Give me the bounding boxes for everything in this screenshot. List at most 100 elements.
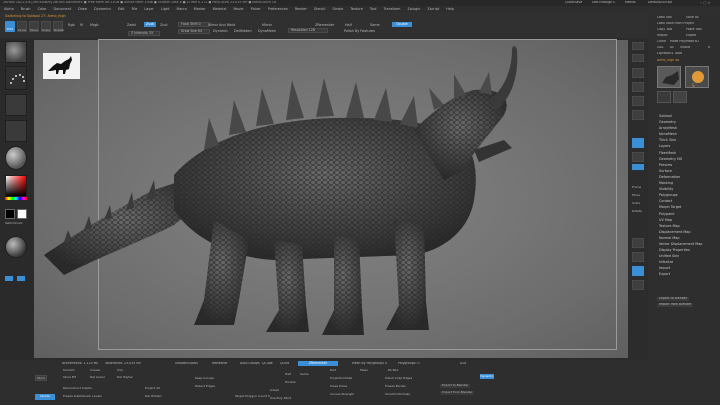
stroke-dots-tile[interactable] xyxy=(5,66,27,90)
primary-color-swatch[interactable] xyxy=(5,209,15,219)
keep-groups-button[interactable]: Keep Groups xyxy=(195,377,214,381)
actual-button[interactable] xyxy=(632,96,644,106)
import-blender-bottom[interactable]: Import from Blender xyxy=(440,391,475,395)
edit-button[interactable]: Edit xyxy=(5,21,15,32)
scroll-button[interactable] xyxy=(632,68,644,78)
export-blender-bottom[interactable]: Export to Blender xyxy=(440,384,471,388)
export-to-blender-link[interactable]: Export to Blender xyxy=(657,297,690,301)
goz-button[interactable]: GoZ xyxy=(657,46,664,50)
project-all-button[interactable]: Project All xyxy=(145,387,160,391)
use-polypaint-button[interactable]: Use Poly Paint xyxy=(270,397,291,401)
rgb-toggle[interactable]: Rgb xyxy=(68,23,75,27)
secondary-color-swatch[interactable] xyxy=(17,209,27,219)
draw-size-slider[interactable]: Draw Size 64 xyxy=(178,29,210,34)
lightbox-tools-button[interactable]: Lightbox ▸ Tools xyxy=(657,52,682,56)
qgrid-button[interactable]: QGrid xyxy=(280,362,289,366)
smooth-button[interactable]: Smooth xyxy=(63,369,75,373)
store-button[interactable]: Store xyxy=(35,375,47,381)
copy-tool-button[interactable]: Copy Tool xyxy=(657,28,672,32)
tool-thumb-armo[interactable] xyxy=(657,66,681,88)
xpose-button[interactable] xyxy=(632,280,644,290)
load-tool-button[interactable]: Load Tool xyxy=(657,16,672,20)
double-bottom-button[interactable]: Double xyxy=(285,381,296,385)
dynamic-toggle[interactable]: Dynamic xyxy=(213,29,228,33)
import-tool-button[interactable]: Import xyxy=(657,34,668,38)
del-lower-button[interactable]: Del Lower xyxy=(90,376,105,380)
tool-thumb-simplebrush[interactable]: S xyxy=(685,66,709,88)
zremesher-button[interactable]: ZRemesher xyxy=(315,23,334,27)
resolution-slider[interactable]: Resolution 128 xyxy=(288,28,328,33)
dist-slider[interactable]: Dist xyxy=(330,369,336,373)
dynamesh-button[interactable]: DynaMesh xyxy=(258,29,276,33)
save-as-button[interactable]: Save As xyxy=(686,16,699,20)
close-holes-button[interactable]: Close Holes xyxy=(330,385,347,389)
export-tool-button[interactable]: Export xyxy=(686,34,696,38)
half-button[interactable]: Half xyxy=(345,23,352,27)
window-controls[interactable]: ─ ▢ ✕ xyxy=(700,1,718,5)
canvas-viewport[interactable] xyxy=(34,39,628,358)
remesher-button[interactable]: ReMesher xyxy=(212,362,228,366)
projection-shell-slider[interactable]: ProjectionShell xyxy=(330,377,352,381)
zremesher-bottom-button[interactable]: ZRemesher xyxy=(298,361,338,366)
mirror-button[interactable]: Mirror xyxy=(262,23,272,27)
see-through-slider[interactable]: See-through 0 xyxy=(592,1,615,5)
curves-strength-slider[interactable]: Curves Strength xyxy=(330,393,354,397)
freeze-subdiv-button[interactable]: Freeze SubDivision Levels xyxy=(63,395,102,399)
zcut-toggle[interactable]: Zcut xyxy=(160,23,168,27)
all-button[interactable]: All xyxy=(670,46,674,50)
import-from-blender-link[interactable]: Import from Blender xyxy=(657,303,694,307)
pa-blur-slider[interactable]: PA Blur xyxy=(388,369,399,373)
freeze-border-button[interactable]: Freeze Border xyxy=(385,385,406,389)
r-button[interactable]: R xyxy=(708,46,710,50)
polish-crisp-edges-button[interactable]: Polish Crisp Edges xyxy=(385,377,412,381)
crease-button[interactable]: Crease xyxy=(90,369,100,373)
zoom-button[interactable] xyxy=(632,82,644,92)
texture-off-tile[interactable] xyxy=(5,120,27,142)
mirror-weld-button[interactable]: Mirror And Weld xyxy=(208,23,235,27)
spix-button[interactable] xyxy=(632,54,644,62)
goz-bottom-button[interactable]: GoZ xyxy=(460,362,466,366)
floor-button[interactable] xyxy=(632,152,644,162)
mean-slider[interactable]: Mean xyxy=(360,369,368,373)
kaiju-model[interactable] xyxy=(34,40,628,358)
adapt-button[interactable]: Adapt xyxy=(270,389,279,393)
paste-tool-button[interactable]: Paste Tool xyxy=(686,28,702,32)
left-blue-toggle-1[interactable] xyxy=(5,276,13,281)
double-button[interactable]: Double xyxy=(392,22,412,27)
tool-thumb-polymesh[interactable] xyxy=(657,91,671,103)
same-button[interactable]: Same xyxy=(370,23,380,27)
mrgb-toggle[interactable]: Mrgb xyxy=(90,23,99,27)
focal-shift-slider[interactable]: Focal Shift 0 xyxy=(178,22,210,27)
divide-button[interactable]: Divide xyxy=(35,394,55,400)
bpr-button[interactable] xyxy=(632,42,644,50)
move-button[interactable]: Move xyxy=(29,21,39,32)
del-higher-button[interactable]: Del Higher xyxy=(117,376,133,380)
qcube-button[interactable]: QCube xyxy=(262,362,273,366)
z-intensity-slider[interactable]: Z Intensity 25 xyxy=(128,31,160,36)
rotate-view-button[interactable]: Rotate xyxy=(632,210,642,214)
dynamic-bottom-toggle[interactable]: Dynamic xyxy=(480,374,494,379)
scale-button[interactable]: Scale xyxy=(41,21,51,32)
polish-features-button[interactable]: Polish By Features xyxy=(344,29,375,33)
solo-button[interactable] xyxy=(632,266,644,276)
switch-color-label[interactable]: SwitchColor xyxy=(5,222,23,226)
m-toggle[interactable]: M xyxy=(80,23,83,27)
delhidden-button[interactable]: DelHidden xyxy=(234,29,252,33)
draw-button[interactable]: Draw xyxy=(17,21,27,32)
scale-view-button[interactable]: Scale xyxy=(632,202,640,206)
smooth-subdiv-button[interactable]: SmoothSubdiv xyxy=(175,362,198,366)
alpha-off-tile[interactable] xyxy=(5,94,27,116)
store-mt-button[interactable]: Store MT xyxy=(63,376,76,380)
matcap-material-tile[interactable] xyxy=(5,146,27,170)
load-project-tools-button[interactable]: Load Tools From Project xyxy=(657,22,694,26)
frame-button[interactable]: Frame xyxy=(632,186,641,190)
auto-groups-button[interactable]: Auto Groups xyxy=(240,362,260,366)
local-button[interactable] xyxy=(632,164,644,170)
visible-button[interactable]: Visible xyxy=(680,46,690,50)
tool-thumb-armo-small[interactable] xyxy=(673,91,687,103)
uvs-button[interactable]: UVs xyxy=(117,369,123,373)
detect-edges-button[interactable]: Detect Edges xyxy=(195,385,215,389)
aahalf-button[interactable] xyxy=(632,110,644,120)
reconstruct-subdiv-button[interactable]: Reconstruct Subdiv xyxy=(63,387,92,391)
zsub-toggle[interactable]: Zsub xyxy=(144,22,156,27)
